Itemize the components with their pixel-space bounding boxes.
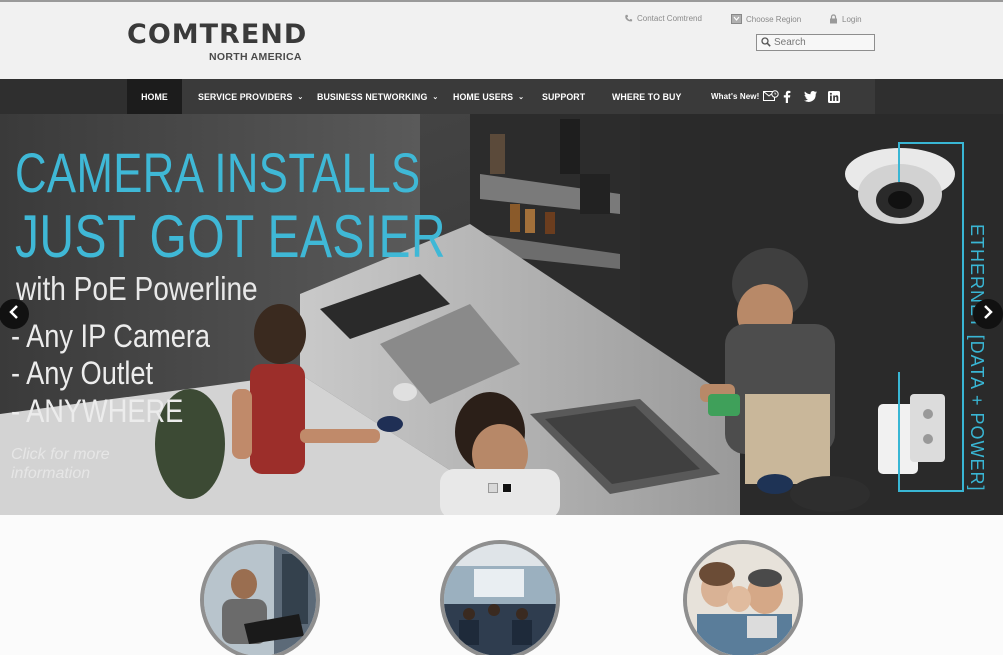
slider-dot-1[interactable] xyxy=(488,483,498,493)
hero-bullet: - Any IP Camera xyxy=(11,318,211,354)
phone-icon xyxy=(624,14,633,23)
twitter-icon[interactable] xyxy=(804,79,817,114)
feature-section xyxy=(0,515,1003,655)
chevron-left-icon xyxy=(9,304,19,324)
nav-home-label: HOME xyxy=(141,91,168,102)
chevron-down-icon: ⌄ xyxy=(432,93,439,101)
login-label: Login xyxy=(842,14,862,24)
nav-service-providers-label: SERVICE PROVIDERS xyxy=(198,91,293,102)
region-label: Choose Region xyxy=(746,14,802,24)
search-box[interactable] xyxy=(756,34,875,51)
hero-slider[interactable]: CAMERA INSTALLS JUST GOT EASIER with PoE… xyxy=(0,114,1003,515)
site-header: COMTREND NORTH AMERICA Contact Comtrend … xyxy=(0,2,1003,79)
main-navigation: HOME SERVICE PROVIDERS ⌄ BUSINESS NETWORK… xyxy=(0,79,1003,114)
lock-icon xyxy=(829,14,838,24)
hero-subhead: with PoE Powerline xyxy=(16,270,258,307)
slider-pagination xyxy=(488,483,512,493)
nav-support-label: SUPPORT xyxy=(542,91,586,102)
comtrend-logo[interactable]: COMTREND NORTH AMERICA xyxy=(127,20,306,66)
contact-link[interactable]: Contact Comtrend xyxy=(624,14,702,23)
slider-prev-button[interactable] xyxy=(0,299,29,329)
whats-new-label: What's New! xyxy=(711,92,760,101)
choose-region-link[interactable]: Choose Region xyxy=(731,14,801,24)
linkedin-icon[interactable] xyxy=(828,79,840,114)
contact-label: Contact Comtrend xyxy=(637,14,702,23)
nav-business-networking-label: BUSINESS NETWORKING xyxy=(317,91,428,102)
chevron-down-icon: ⌄ xyxy=(518,93,525,101)
region-icon xyxy=(731,14,742,24)
hero-headline-1: CAMERA INSTALLS xyxy=(15,141,421,204)
nav-support[interactable]: SUPPORT xyxy=(542,79,585,114)
mail-clock-icon xyxy=(759,89,780,104)
facebook-icon[interactable] xyxy=(783,79,791,114)
logo-wordmark: COMTREND xyxy=(127,19,308,50)
whats-new-link[interactable]: What's New! xyxy=(711,79,780,114)
nav-service-providers[interactable]: SERVICE PROVIDERS ⌄ xyxy=(198,79,303,114)
nav-where-to-buy[interactable]: WHERE TO BUY xyxy=(612,79,681,114)
nav-bar-inner: HOME SERVICE PROVIDERS ⌄ BUSINESS NETWORK… xyxy=(127,79,875,114)
nav-business-networking[interactable]: BUSINESS NETWORKING ⌄ xyxy=(317,79,438,114)
search-input[interactable] xyxy=(774,37,874,48)
logo-subtitle: NORTH AMERICA xyxy=(209,51,302,63)
ethernet-bracket xyxy=(898,142,964,492)
home-users-photo[interactable] xyxy=(683,540,803,655)
hero-bullet: - ANYWHERE xyxy=(11,393,184,429)
login-link[interactable]: Login xyxy=(829,14,862,24)
hero-headline-2: JUST GOT EASIER xyxy=(15,203,446,270)
hero-cta-link[interactable]: Click for more information xyxy=(11,445,151,483)
nav-where-to-buy-label: WHERE TO BUY xyxy=(612,91,682,102)
chevron-right-icon xyxy=(983,304,993,324)
ethernet-label: ETHERNET [DATA + POWER] xyxy=(967,224,987,492)
search-icon xyxy=(761,34,771,52)
nav-home-users-label: HOME USERS xyxy=(453,91,514,102)
chevron-down-icon: ⌄ xyxy=(297,93,304,101)
hero-bullet: - Any Outlet xyxy=(11,355,154,391)
business-networking-photo[interactable] xyxy=(440,540,560,655)
slider-next-button[interactable] xyxy=(973,299,1003,329)
nav-home[interactable]: HOME xyxy=(127,79,182,114)
slider-dot-2[interactable] xyxy=(502,483,512,493)
service-providers-photo[interactable] xyxy=(200,540,320,655)
nav-home-users[interactable]: HOME USERS ⌄ xyxy=(453,79,524,114)
